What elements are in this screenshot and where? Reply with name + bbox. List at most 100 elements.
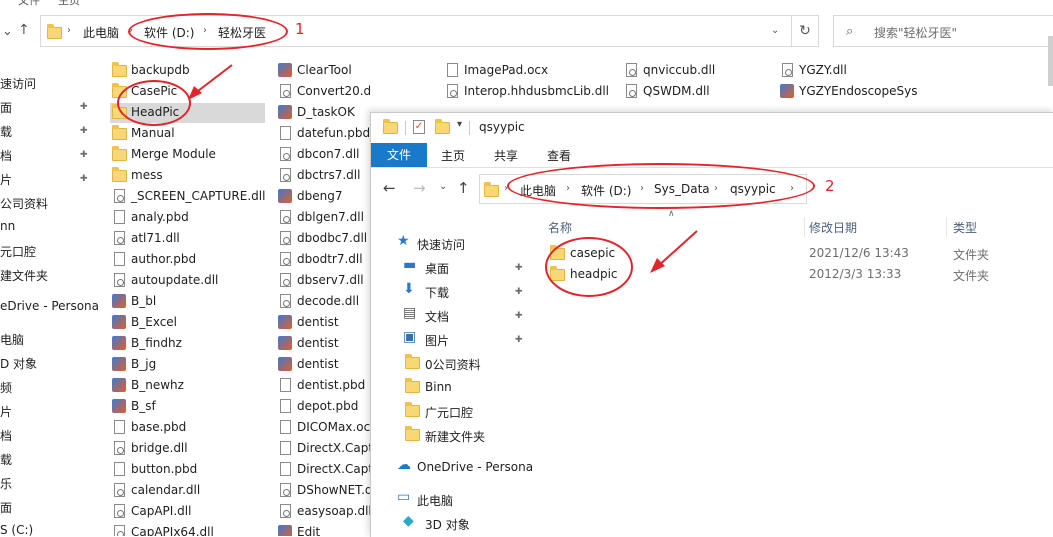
file-item[interactable]: mess (112, 166, 272, 186)
file-item[interactable]: dbodbc7.dll (278, 229, 370, 249)
up-button[interactable]: ↑ (457, 179, 470, 197)
file-item[interactable]: analy.pbd (112, 208, 272, 228)
file-item[interactable]: dentist.pbd (278, 376, 370, 396)
nav-item[interactable]: ▣ 图片 ✚ (371, 329, 536, 349)
back-nav-item[interactable]: 乐 (0, 475, 12, 492)
nav-item[interactable]: ▭ 此电脑 (371, 489, 536, 509)
file-item[interactable]: CapAPI.dll (112, 502, 272, 522)
tab-view[interactable]: 查看 (547, 147, 571, 164)
file-item[interactable]: author.pbd (112, 250, 272, 270)
file-item[interactable]: DShowNET.d (278, 481, 370, 501)
back-scrollbar[interactable] (1048, 36, 1053, 86)
back-nav-item[interactable]: 载 (0, 123, 12, 140)
back-search-box[interactable]: ⌕ 搜索"轻松牙医" (833, 15, 1053, 47)
file-item[interactable]: atl71.dll (112, 229, 272, 249)
file-item[interactable]: easysoap.dll (278, 502, 370, 522)
back-nav-item[interactable]: 片 (0, 403, 12, 420)
nav-item[interactable]: ◆ 3D 对象 (371, 513, 536, 533)
nav-item[interactable]: ⬇ 下载 ✚ (371, 281, 536, 301)
file-item[interactable]: B_newhz (112, 376, 272, 396)
properties-check-icon[interactable]: ✓ (413, 120, 425, 134)
file-item[interactable]: YGZYEndoscopeSys (780, 82, 950, 102)
file-item[interactable]: Merge Module (112, 145, 272, 165)
back-nav-item[interactable]: 建文件夹 (0, 267, 48, 284)
new-folder-icon[interactable] (435, 119, 450, 134)
tab-home[interactable]: 主页 (441, 147, 465, 164)
back-button[interactable]: ← (383, 179, 396, 197)
file-item[interactable]: dentist (278, 334, 370, 354)
file-item[interactable]: B_Excel (112, 313, 272, 333)
back-refresh-button[interactable]: ↻ (792, 15, 819, 47)
file-item[interactable]: DirectX.Capt (278, 439, 370, 459)
back-nav-item[interactable]: 速访问 (0, 75, 36, 92)
col-header-type[interactable]: 类型 (953, 219, 977, 236)
nav-item[interactable]: ★ 快速访问 (371, 233, 536, 253)
file-item[interactable]: bridge.dll (112, 439, 272, 459)
qat-dropdown-icon[interactable]: ▾ (457, 119, 462, 130)
file-item[interactable]: Convert20.dll (278, 82, 370, 102)
recent-dropdown[interactable]: ⌄ (439, 181, 447, 192)
file-item[interactable]: dbodtr7.dll (278, 250, 370, 270)
nav-item[interactable]: Binn (371, 377, 536, 397)
file-item[interactable]: QSWDM.dll (624, 82, 764, 102)
back-nav-item[interactable]: eDrive - Persona (0, 299, 99, 313)
file-item[interactable]: decode.dll (278, 292, 370, 312)
back-nav-item[interactable]: 频 (0, 379, 12, 396)
back-nav-item[interactable]: 载 (0, 451, 12, 468)
file-item[interactable]: Edit (278, 523, 370, 536)
back-nav-item[interactable]: 元口腔 (0, 243, 36, 260)
file-item[interactable]: depot.pbd (278, 397, 370, 417)
file-item[interactable]: DICOMax.oc (278, 418, 370, 438)
back-nav-item[interactable]: S (C:) (0, 523, 33, 537)
file-item[interactable]: dbeng7 (278, 187, 370, 207)
file-item[interactable]: B_bl (112, 292, 272, 312)
back-nav-item[interactable]: 档 (0, 427, 12, 444)
file-item[interactable]: ImagePad.ocx (445, 61, 615, 81)
nav-item[interactable]: 广元口腔 (371, 401, 536, 421)
file-item[interactable]: dentist (278, 313, 370, 333)
file-item[interactable]: B_sf (112, 397, 272, 417)
tab-file[interactable]: 文件 (371, 143, 427, 167)
back-up-arrow[interactable]: ⌄ (2, 24, 13, 39)
file-item[interactable]: qnviccub.dll (624, 61, 764, 81)
file-item[interactable]: dbcon7.dll (278, 145, 370, 165)
col-header-name[interactable]: 名称 (548, 219, 572, 236)
back-nav-item[interactable]: 面 (0, 99, 12, 116)
file-item[interactable]: D_taskOK (278, 103, 370, 123)
back-nav-item[interactable]: 片 (0, 171, 12, 188)
file-item[interactable]: Interop.hhdusbmcLib.dll (445, 82, 615, 102)
nav-item[interactable]: 0公司资料 (371, 353, 536, 373)
back-nav-item[interactable]: 面 (0, 499, 12, 516)
file-item[interactable]: _SCREEN_CAPTURE.dll (112, 187, 272, 207)
back-nav-item[interactable]: nn (0, 219, 15, 233)
file-item[interactable]: B_jg (112, 355, 272, 375)
back-nav-item[interactable]: 电脑 (0, 331, 24, 348)
file-item[interactable]: calendar.dll (112, 481, 272, 501)
back-crumb-pc[interactable]: 此电脑 (83, 24, 119, 41)
back-nav-item[interactable]: D 对象 (0, 355, 37, 372)
file-item[interactable]: dbctrs7.dll (278, 166, 370, 186)
file-item[interactable]: DirectX.Capt (278, 460, 370, 480)
back-nav-item[interactable]: 档 (0, 147, 12, 164)
file-item[interactable]: base.pbd (112, 418, 272, 438)
back-menu-home[interactable]: 主页 (58, 0, 80, 8)
tab-share[interactable]: 共享 (494, 147, 518, 164)
file-item[interactable]: YGZY.dll (780, 61, 950, 81)
back-up-button[interactable]: ↑ (18, 22, 30, 38)
back-menu-file[interactable]: 文件 (18, 0, 40, 8)
file-item[interactable]: datefun.pbd (278, 124, 370, 144)
file-item[interactable]: dblgen7.dll (278, 208, 370, 228)
file-item[interactable]: ClearTool (278, 61, 370, 81)
file-item[interactable]: dentist (278, 355, 370, 375)
file-item[interactable]: CapAPIx64.dll (112, 523, 272, 536)
nav-item[interactable]: 新建文件夹 (371, 425, 536, 445)
file-item[interactable]: B_findhz (112, 334, 272, 354)
back-nav-item[interactable]: 公司资料 (0, 195, 48, 212)
nav-item[interactable]: ▬ 桌面 ✚ (371, 257, 536, 277)
file-item[interactable]: autoupdate.dll (112, 271, 272, 291)
nav-item[interactable]: ▤ 文档 ✚ (371, 305, 536, 325)
file-item[interactable]: dbserv7.dll (278, 271, 370, 291)
nav-item[interactable]: ☁ OneDrive - Persona (371, 457, 536, 477)
forward-button[interactable]: → (413, 179, 426, 197)
file-item[interactable]: button.pbd (112, 460, 272, 480)
